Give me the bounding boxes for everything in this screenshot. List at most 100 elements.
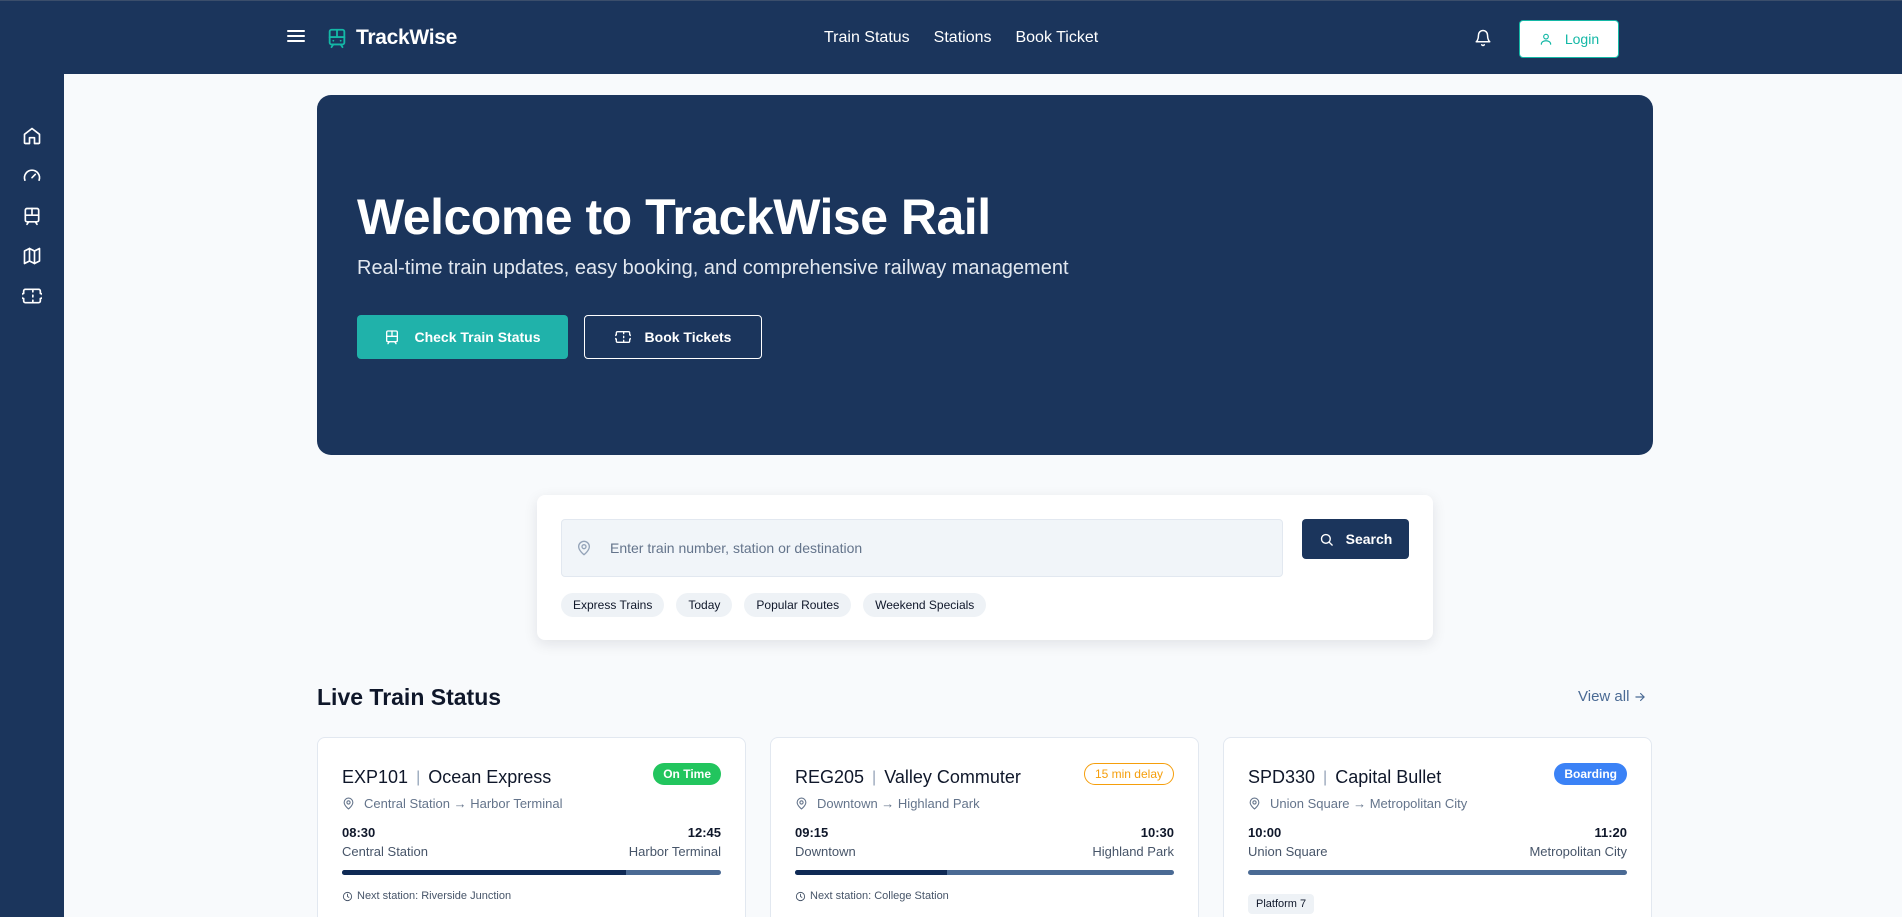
train-card-title: SPD330 | Capital Bullet: [1248, 767, 1441, 788]
arrive-time: 12:45: [687, 825, 721, 840]
train-number: REG205: [795, 767, 865, 787]
map-pin-icon: [1249, 797, 1260, 810]
from-station: Central Station: [342, 844, 428, 859]
view-all-label: View all: [1578, 688, 1630, 705]
train-icon[interactable]: [22, 206, 42, 226]
hero-subtitle: Real-time train updates, easy booking, a…: [357, 257, 1069, 279]
ticket-icon[interactable]: [22, 286, 42, 306]
train-icon: [328, 28, 346, 49]
search-icon: [1320, 533, 1333, 546]
search-field[interactable]: [561, 519, 1283, 577]
status-badge: 15 min delay: [1083, 763, 1174, 785]
search-card: Search Express Trains Today Popular Rout…: [537, 495, 1433, 640]
train-card[interactable]: REG205 | Valley Commuter 15 min delay Do…: [770, 737, 1199, 917]
nav-stations[interactable]: Stations: [934, 29, 992, 47]
map-pin-icon: [343, 797, 354, 810]
login-label: Login: [1564, 31, 1600, 47]
map-icon[interactable]: [22, 246, 42, 266]
search-button-label: Search: [1345, 531, 1393, 547]
arrive-time: 11:20: [1594, 825, 1627, 840]
title-separator: |: [872, 768, 877, 786]
train-times: 09:15 10:30: [795, 825, 1174, 840]
clock-icon: [795, 891, 806, 901]
next-station: Next station: Riverside Junction: [342, 890, 511, 902]
train-name: Ocean Express: [428, 767, 552, 787]
from-station: Downtown: [795, 844, 856, 859]
clock-icon: [342, 891, 353, 901]
nav-train-status[interactable]: Train Status: [824, 29, 910, 47]
hero-title: Welcome to TrackWise Rail: [357, 189, 991, 245]
journey-progress-bar: [795, 870, 1174, 875]
train-times: 08:30 12:45: [342, 825, 721, 840]
book-tickets-label: Book Tickets: [644, 329, 732, 345]
train-route: Union Square → Metropolitan City: [1248, 796, 1467, 811]
gauge-icon[interactable]: [22, 166, 42, 186]
brand-name: TrackWise: [356, 26, 458, 49]
from-station: Union Square: [1248, 844, 1328, 859]
nav-book-ticket[interactable]: Book Ticket: [1015, 29, 1098, 47]
chip-express-trains[interactable]: Express Trains: [561, 593, 665, 617]
journey-progress-fill: [342, 870, 627, 875]
train-stations: Central Station Harbor Terminal: [342, 844, 721, 859]
depart-time: 10:00: [1248, 825, 1282, 840]
check-train-status-label: Check Train Status: [414, 329, 541, 345]
brand[interactable]: TrackWise: [326, 26, 457, 50]
train-card[interactable]: EXP101 | Ocean Express On Time Central S…: [317, 737, 746, 917]
hamburger-icon[interactable]: [286, 27, 306, 47]
search-button[interactable]: Search: [1302, 519, 1409, 559]
depart-time: 09:15: [795, 825, 829, 840]
status-badge: On Time: [653, 763, 721, 785]
depart-time: 08:30: [342, 825, 376, 840]
next-station-text: Next station: Riverside Junction: [357, 890, 512, 902]
login-button[interactable]: Login: [1519, 20, 1619, 58]
train-number: EXP101: [342, 767, 409, 787]
train-name: Capital Bullet: [1335, 767, 1442, 787]
train-stations: Downtown Highland Park: [795, 844, 1174, 859]
train-route: Downtown → Highland Park: [795, 796, 980, 811]
train-stations: Union Square Metropolitan City: [1248, 844, 1627, 859]
train-icon: [386, 330, 399, 345]
arrive-time: 10:30: [1140, 825, 1174, 840]
route-text: Downtown → Highland Park: [817, 796, 980, 811]
platform-badge: Platform 7: [1248, 894, 1315, 914]
train-card-title: EXP101 | Ocean Express: [342, 767, 551, 788]
map-pin-icon: [796, 797, 807, 810]
quick-filter-chips: Express Trains Today Popular Routes Week…: [561, 593, 987, 617]
journey-progress-fill: [795, 870, 947, 875]
top-navbar: TrackWise Train Status Stations Book Tic…: [0, 0, 1902, 74]
train-number: SPD330: [1248, 767, 1316, 787]
train-route: Central Station → Harbor Terminal: [342, 796, 562, 811]
status-badge: Boarding: [1554, 763, 1627, 785]
to-station: Metropolitan City: [1529, 844, 1627, 859]
bell-icon[interactable]: [1474, 29, 1492, 47]
title-separator: |: [1323, 768, 1328, 786]
main-nav: Train Status Stations Book Ticket: [824, 29, 1098, 47]
user-icon: [1540, 33, 1552, 45]
home-icon[interactable]: [22, 126, 42, 146]
train-name: Valley Commuter: [884, 767, 1021, 787]
chip-weekend-specials[interactable]: Weekend Specials: [863, 593, 987, 617]
next-station-text: Next station: College Station: [810, 890, 949, 902]
journey-progress-bar: [1248, 870, 1627, 875]
to-station: Highland Park: [1092, 844, 1174, 859]
chip-popular-routes[interactable]: Popular Routes: [744, 593, 852, 617]
hero-banner: Welcome to TrackWise Rail Real-time trai…: [317, 95, 1653, 455]
train-card-title: REG205 | Valley Commuter: [795, 767, 1021, 788]
route-text: Central Station → Harbor Terminal: [364, 796, 563, 811]
search-input[interactable]: [610, 540, 1250, 556]
train-card[interactable]: SPD330 | Capital Bullet Boarding Union S…: [1223, 737, 1652, 917]
to-station: Harbor Terminal: [628, 844, 721, 859]
train-times: 10:00 11:20: [1248, 825, 1627, 840]
check-train-status-button[interactable]: Check Train Status: [357, 315, 568, 359]
map-pin-icon: [578, 540, 590, 556]
title-separator: |: [416, 768, 421, 786]
left-sidebar: [0, 74, 64, 917]
view-all-link[interactable]: View all: [1578, 688, 1647, 705]
journey-progress-bar: [342, 870, 721, 875]
route-text: Union Square → Metropolitan City: [1270, 796, 1468, 811]
arrow-right-icon: [1635, 692, 1646, 701]
book-tickets-button[interactable]: Book Tickets: [584, 315, 762, 359]
next-station: Next station: College Station: [795, 890, 949, 902]
ticket-icon: [614, 331, 631, 343]
chip-today[interactable]: Today: [676, 593, 733, 617]
